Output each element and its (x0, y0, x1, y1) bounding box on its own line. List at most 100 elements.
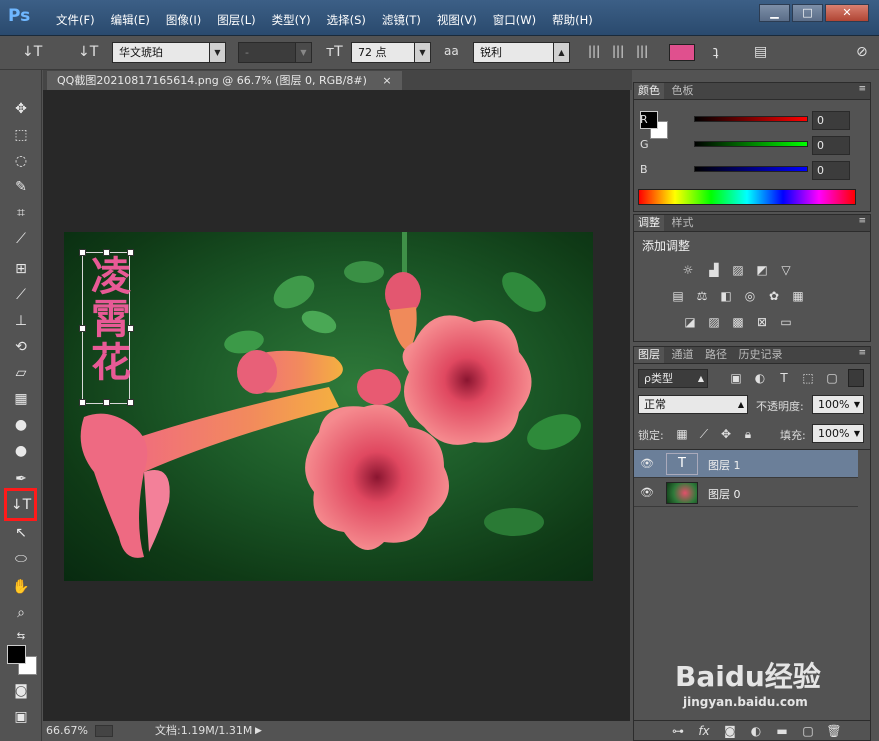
selective-color-icon[interactable]: ⊠ (754, 315, 770, 329)
align-bottom-icon[interactable]: ||| (636, 44, 648, 58)
path-selection-tool-icon[interactable]: ↖ (9, 522, 33, 544)
align-top-icon[interactable]: ||| (588, 44, 600, 58)
pen-tool-icon[interactable]: ✒ (9, 468, 33, 490)
menu-filter[interactable]: 滤镜(T) (374, 12, 429, 28)
fill-field[interactable]: 100% ▼ (812, 424, 864, 443)
blue-slider[interactable]: B 0 (638, 161, 866, 183)
marquee-tool-icon[interactable]: ⬚ (9, 124, 33, 146)
eraser-tool-icon[interactable]: ▱ (9, 362, 33, 384)
green-bar[interactable] (694, 141, 808, 147)
character-panel-icon[interactable]: ▤ (754, 44, 767, 60)
new-layer-icon[interactable]: ▢ (800, 724, 816, 738)
filter-pixel-icon[interactable]: ▣ (728, 371, 744, 385)
brush-tool-icon[interactable]: ⟋ (9, 284, 33, 306)
color-spectrum-ramp[interactable] (638, 189, 856, 205)
dodge-tool-icon[interactable]: ● (9, 440, 33, 462)
close-tab-icon[interactable]: × (382, 74, 391, 87)
antialias-select[interactable]: 锐利 ▲ (473, 42, 570, 63)
transform-handle[interactable] (103, 399, 110, 406)
menu-image[interactable]: 图像(I) (158, 12, 209, 28)
threshold-icon[interactable]: ▩ (730, 315, 746, 329)
adjustment-icon[interactable]: ◐ (748, 724, 764, 738)
filter-type-icon[interactable]: T (776, 371, 792, 385)
flower-photo[interactable]: 凌霄花 (64, 232, 593, 581)
status-icon[interactable] (95, 725, 113, 737)
layer-row[interactable]: 👁︎ 图层 0 (634, 479, 858, 507)
font-family-select[interactable]: 华文琥珀 ▼ (112, 42, 226, 63)
gradient-tool-icon[interactable]: ▦ (9, 388, 33, 410)
foreground-color-swatch[interactable] (7, 645, 26, 664)
green-value[interactable]: 0 (812, 136, 850, 155)
fx-icon[interactable]: fx (696, 724, 712, 738)
tab-color[interactable]: 颜色 (634, 83, 664, 99)
canvas-area[interactable]: 凌霄花 (43, 90, 630, 721)
blue-bar[interactable] (694, 166, 808, 172)
menu-type[interactable]: 类型(Y) (264, 12, 319, 28)
curves-icon[interactable]: ▨ (730, 263, 746, 277)
panel-menu-icon[interactable]: ≡ (858, 348, 866, 358)
zoom-tool-icon[interactable]: ⌕ (9, 602, 33, 624)
trash-icon[interactable]: 🗑︎ (826, 724, 842, 738)
screen-mode-icon[interactable]: ▣ (9, 706, 33, 728)
exposure-icon[interactable]: ◩ (754, 263, 770, 277)
eyedropper-tool-icon[interactable]: ⟋ (9, 228, 33, 250)
minimize-button[interactable]: ▁ (759, 4, 790, 22)
menu-edit[interactable]: 编辑(E) (103, 12, 158, 28)
transform-handle[interactable] (79, 399, 86, 406)
brightness-icon[interactable]: ☼ (680, 263, 696, 277)
text-color-swatch[interactable] (669, 44, 695, 61)
quick-select-tool-icon[interactable]: ✎ (9, 176, 33, 198)
close-button[interactable]: ✕ (825, 4, 869, 22)
panel-menu-icon[interactable]: ≡ (858, 84, 866, 94)
vibrance-icon[interactable]: ▽ (778, 263, 794, 277)
filter-adjust-icon[interactable]: ◐ (752, 371, 768, 385)
healing-brush-tool-icon[interactable]: ⊞ (9, 258, 33, 280)
menu-select[interactable]: 选择(S) (319, 12, 374, 28)
channel-mixer-icon[interactable]: ✿ (766, 289, 782, 303)
tab-paths[interactable]: 路径 (701, 347, 731, 363)
color-swatches[interactable] (7, 645, 39, 677)
crop-tool-icon[interactable]: ⌗ (9, 202, 33, 224)
quick-mask-icon[interactable]: ◙ (9, 680, 33, 702)
layer-name[interactable]: 图层 0 (708, 486, 741, 502)
gradient-map-icon[interactable]: ▭ (778, 315, 794, 329)
menu-help[interactable]: 帮助(H) (544, 12, 601, 28)
layer-name[interactable]: 图层 1 (708, 457, 741, 473)
toggle-text-orientation-icon[interactable]: ↓T (78, 44, 98, 60)
menu-view[interactable]: 视图(V) (429, 12, 485, 28)
ellipse-tool-icon[interactable]: ⬭ (9, 548, 33, 570)
tab-layers[interactable]: 图层 (634, 347, 664, 363)
eye-icon[interactable]: 👁︎ (640, 486, 654, 499)
tab-history[interactable]: 历史记录 (735, 347, 787, 363)
lock-all-icon[interactable]: 🔒︎ (740, 427, 756, 441)
tab-adjustments[interactable]: 调整 (634, 215, 664, 231)
font-style-select[interactable]: - ▼ (238, 42, 312, 63)
levels-icon[interactable]: ▟ (706, 263, 722, 277)
menu-layer[interactable]: 图层(L) (209, 12, 263, 28)
posterize-icon[interactable]: ▨ (706, 315, 722, 329)
layer-row[interactable]: 👁︎ T 图层 1 (634, 450, 858, 478)
align-center-icon[interactable]: ||| (612, 44, 624, 58)
hue-saturation-icon[interactable]: ▤ (670, 289, 686, 303)
menu-window[interactable]: 窗口(W) (485, 12, 544, 28)
blue-value[interactable]: 0 (812, 161, 850, 180)
document-tab[interactable]: QQ截图20210817165614.png @ 66.7% (图层 0, RG… (47, 71, 402, 90)
link-icon[interactable]: ⊶ (670, 724, 686, 738)
opacity-field[interactable]: 100% ▼ (812, 395, 864, 414)
filter-toggle[interactable] (848, 369, 864, 387)
cancel-icon[interactable]: ⊘ (856, 44, 868, 60)
lock-pixels-icon[interactable]: ⟋ (696, 427, 712, 441)
history-brush-tool-icon[interactable]: ⟲ (9, 336, 33, 358)
color-balance-icon[interactable]: ⚖ (694, 289, 710, 303)
font-size-select[interactable]: 72 点 ▼ (351, 42, 431, 63)
tab-styles[interactable]: 样式 (668, 215, 698, 231)
lock-position-icon[interactable]: ✥ (718, 427, 734, 441)
clone-stamp-tool-icon[interactable]: ⊥ (9, 310, 33, 332)
status-arrow-icon[interactable]: ▶ (255, 721, 262, 741)
hand-tool-icon[interactable]: ✋ (9, 576, 33, 598)
transform-handle[interactable] (127, 399, 134, 406)
maximize-button[interactable]: □ (792, 4, 823, 22)
panel-menu-icon[interactable]: ≡ (858, 216, 866, 226)
green-slider[interactable]: G 0 (638, 136, 866, 158)
invert-icon[interactable]: ◪ (682, 315, 698, 329)
